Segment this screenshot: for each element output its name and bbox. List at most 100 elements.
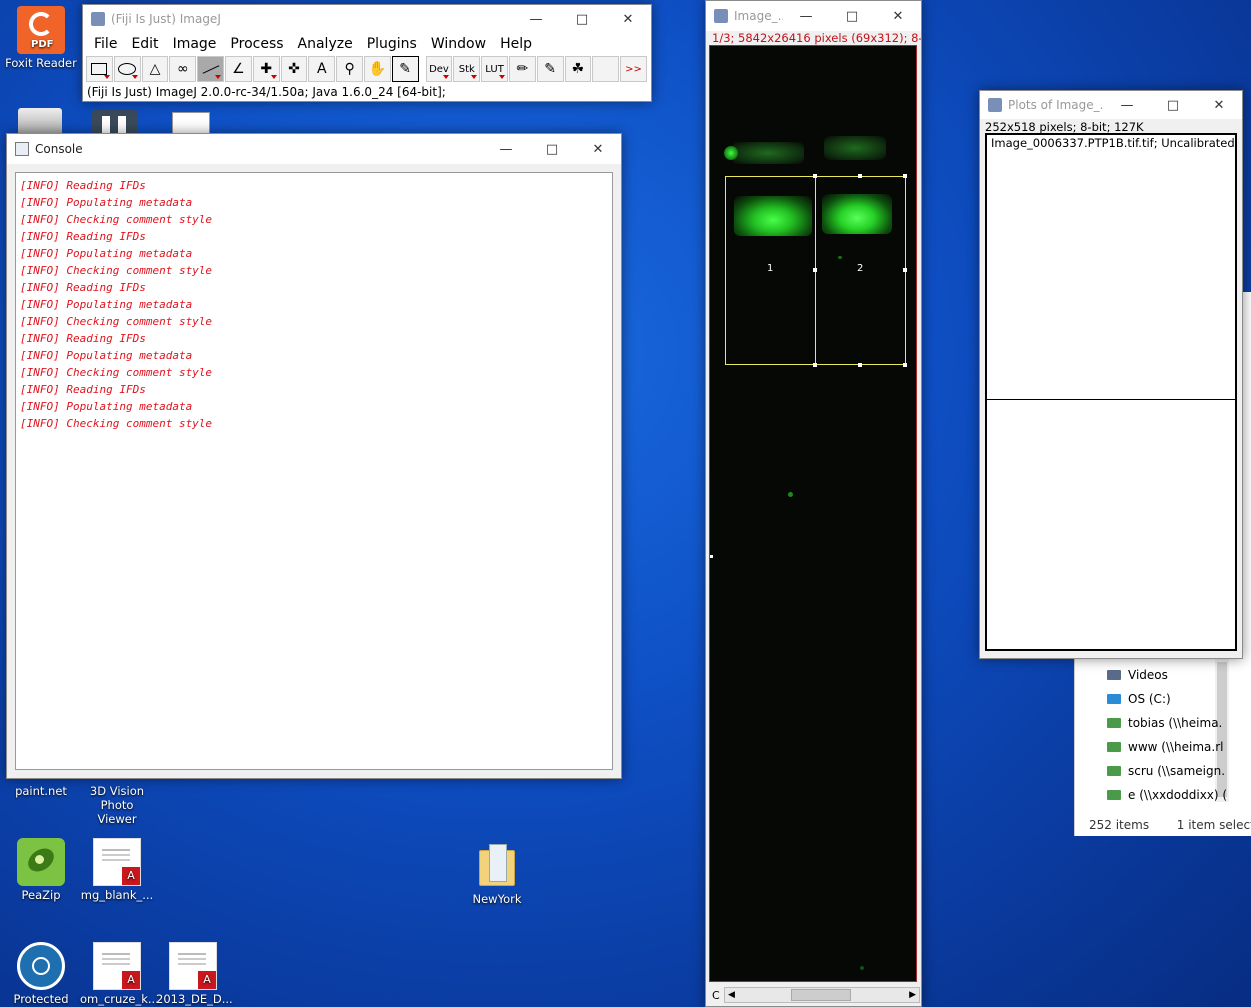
pdf-file-icon: A (169, 942, 217, 990)
maximize-icon[interactable]: □ (559, 4, 605, 34)
explorer-status-bar: 252 items 1 item selected 6 (1089, 818, 1251, 832)
console-log: [INFO] Reading IFDs [INFO] Populating met… (20, 177, 608, 432)
minimize-icon[interactable]: — (1104, 90, 1150, 120)
dropper-tool-icon[interactable]: ✎ (391, 56, 419, 82)
plots-titlebar[interactable]: Plots of Image_... — □ ✕ (980, 91, 1242, 119)
imagej-status-bar: (Fiji Is Just) ImageJ 2.0.0-rc-34/1.50a;… (87, 85, 446, 99)
console-titlebar[interactable]: Console — □ ✕ (7, 134, 621, 164)
gel-band-top-2 (824, 136, 886, 160)
imagej-toolbar: △ ∞ ∠ ✚ ✜ A ⚲ ✋ ✎ Dev Stk LUT ✏ ✎ ☘ >> (83, 55, 651, 83)
roi-handle[interactable] (813, 268, 817, 272)
roi-handle[interactable] (903, 363, 907, 367)
image-info-line: 1/3; 5842x26416 pixels (69x312); 8-bit; (712, 31, 921, 45)
roi-handle[interactable] (903, 174, 907, 178)
explorer-item-os-c[interactable]: OS (C:) (1107, 692, 1171, 706)
menu-image[interactable]: Image (166, 36, 224, 52)
console-log-line: [INFO] Populating metadata (20, 400, 193, 413)
explorer-item-tobias[interactable]: tobias (\\heima. (1107, 716, 1222, 730)
roi-handle[interactable] (858, 363, 862, 367)
console-log-line: [INFO] Checking comment style (20, 315, 213, 328)
desktop-icon-partial-3[interactable] (172, 112, 210, 134)
imagej-app-icon (714, 9, 728, 23)
hand-tool-icon[interactable]: ✋ (363, 56, 391, 82)
close-icon[interactable]: ✕ (1196, 90, 1242, 120)
point-tool-icon[interactable]: ✚ (252, 56, 280, 82)
plots-window: Plots of Image_... — □ ✕ 252x518 pixels;… (979, 90, 1243, 659)
menu-process[interactable]: Process (223, 36, 290, 52)
network-drive-icon (1107, 718, 1121, 728)
roi-handle[interactable] (858, 174, 862, 178)
rectangle-tool-icon[interactable] (86, 56, 113, 82)
desktop-icon-2013-de[interactable]: A 2013_DE_D... (156, 942, 233, 1006)
explorer-item-scru[interactable]: scru (\\sameign. (1107, 764, 1225, 778)
minimize-icon[interactable]: — (783, 1, 829, 31)
desktop-icon-mg-blank[interactable]: A mg_blank_... (80, 838, 154, 902)
wand-tool-icon[interactable]: ✜ (280, 56, 308, 82)
close-icon[interactable]: ✕ (605, 4, 651, 34)
console-log-area[interactable]: [INFO] Reading IFDs [INFO] Populating met… (15, 172, 613, 770)
image-window: Image_... — □ ✕ 1/3; 5842x26416 pixels (… (705, 0, 922, 1007)
menu-analyze[interactable]: Analyze (291, 36, 360, 52)
desktop-icon-foxit[interactable]: PDF Foxit Reader (4, 6, 78, 70)
gel-speck (788, 492, 793, 497)
lut-tool-button[interactable]: LUT (481, 56, 508, 82)
oval-tool-icon[interactable] (113, 56, 141, 82)
console-log-line: [INFO] Reading IFDs (20, 383, 146, 396)
desktop-icon-3d-vision[interactable]: 3D Vision Photo Viewer (80, 784, 154, 826)
line-tool-icon[interactable] (197, 56, 224, 82)
more-tools-button[interactable]: >> (620, 56, 647, 82)
pencil-tool-icon[interactable]: ✏ (508, 56, 536, 82)
image-titlebar[interactable]: Image_... — □ ✕ (706, 1, 921, 31)
menu-window[interactable]: Window (424, 36, 493, 52)
dev-tool-button[interactable]: Dev (425, 56, 453, 82)
desktop-icon-om-cruze[interactable]: A om_cruze_k... (80, 942, 159, 1006)
drive-icon (1107, 694, 1121, 704)
maximize-icon[interactable]: □ (1150, 90, 1196, 120)
explorer-window: Videos OS (C:) tobias (\\heima. www (\\h… (1074, 652, 1251, 836)
desktop-icon-newyork[interactable]: NewYork (460, 842, 534, 906)
menu-edit[interactable]: Edit (124, 36, 165, 52)
explorer-item-e[interactable]: e (\\xxdoddixx) ( (1107, 788, 1227, 802)
console-log-line: [INFO] Populating metadata (20, 349, 193, 362)
gel-band-top-1 (732, 142, 804, 164)
maximize-icon[interactable]: □ (529, 134, 575, 164)
imagej-titlebar[interactable]: (Fiji Is Just) ImageJ — □ ✕ (83, 5, 651, 33)
scroll-thumb[interactable] (790, 989, 851, 1001)
explorer-item-www[interactable]: www (\\heima.rl (1107, 740, 1223, 754)
close-icon[interactable]: ✕ (875, 1, 921, 31)
desktop-icon-partial-1[interactable] (18, 108, 62, 134)
close-icon[interactable]: ✕ (575, 134, 621, 164)
roi-handle[interactable] (813, 363, 817, 367)
menu-file[interactable]: File (87, 36, 124, 52)
polygon-tool-icon[interactable]: △ (141, 56, 169, 82)
maximize-icon[interactable]: □ (829, 1, 875, 31)
brush-tool-icon[interactable]: ✎ (536, 56, 564, 82)
plots-title: Plots of Image_... (1008, 98, 1104, 112)
text-tool-icon[interactable]: A (308, 56, 336, 82)
stk-tool-button[interactable]: Stk (453, 56, 481, 82)
roi-handle[interactable] (903, 268, 907, 272)
desktop-icon-partial-2[interactable] (92, 110, 138, 134)
explorer-item-videos[interactable]: Videos (1107, 668, 1168, 682)
angle-tool-icon[interactable]: ∠ (224, 56, 252, 82)
scroll-right-icon[interactable]: ▶ (909, 990, 916, 1000)
desktop-icon-protected[interactable]: Protected (4, 942, 78, 1006)
menu-plugins[interactable]: Plugins (360, 36, 424, 52)
menu-help[interactable]: Help (493, 36, 539, 52)
flood-fill-tool-icon[interactable]: ☘ (564, 56, 592, 82)
roi-handle[interactable] (813, 174, 817, 178)
scroll-left-icon[interactable]: ◀ (728, 990, 735, 1000)
plot-canvas[interactable]: Image_0006337.PTP1B.tif.tif; Uncalibrate… (985, 133, 1237, 651)
desktop-icon-peazip[interactable]: PeaZip (4, 838, 78, 902)
desktop-icon-paintnet[interactable]: paint.net (4, 784, 78, 798)
gel-image-canvas[interactable]: 1 2 (709, 45, 917, 982)
console-log-line: [INFO] Reading IFDs (20, 281, 146, 294)
plot-divider (987, 399, 1235, 400)
imagej-app-icon (91, 12, 105, 26)
minimize-icon[interactable]: — (483, 134, 529, 164)
magnifier-tool-icon[interactable]: ⚲ (336, 56, 363, 82)
minimize-icon[interactable]: — (513, 4, 559, 34)
channel-scrollbar[interactable]: ◀ ▶ (724, 987, 920, 1003)
channel-slider-label: C (712, 989, 720, 1002)
freehand-tool-icon[interactable]: ∞ (169, 56, 197, 82)
